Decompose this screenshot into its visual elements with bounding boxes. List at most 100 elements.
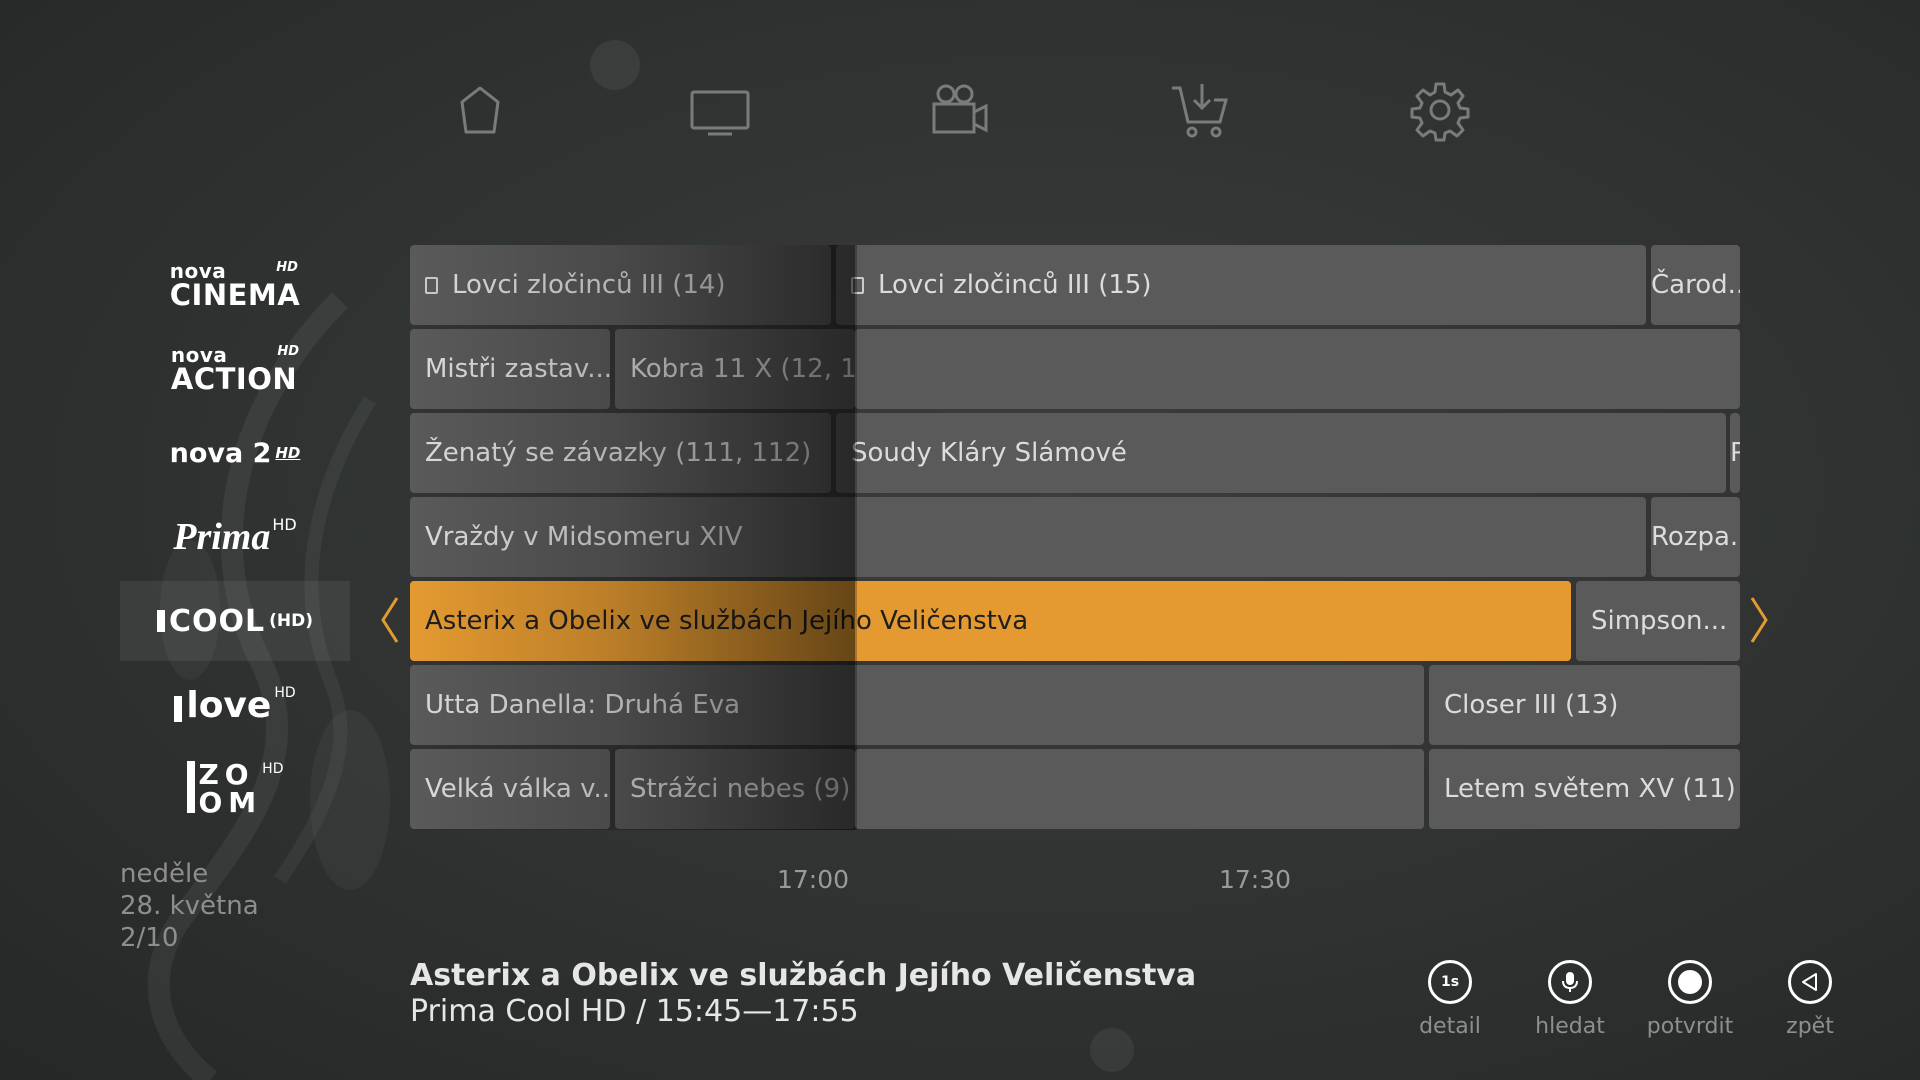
time-label: 17:00 bbox=[777, 865, 850, 894]
background-orb bbox=[590, 40, 640, 90]
program-cell[interactable]: Letem světem XV (11) bbox=[1429, 749, 1740, 829]
record-icon bbox=[851, 276, 864, 294]
program-cell[interactable]: Lovci zločinců III (15) bbox=[836, 245, 1646, 325]
program-title: Velká válka v... bbox=[425, 774, 610, 804]
program-title: Mistři zastav... bbox=[425, 354, 610, 384]
program-title: Rozpa... bbox=[1651, 522, 1740, 552]
channel-logo: nova 2 HD bbox=[170, 438, 301, 469]
nav-settings[interactable] bbox=[1400, 70, 1480, 150]
program-cell[interactable]: Velká válka v... bbox=[410, 749, 610, 829]
selected-program-title: Asterix a Obelix ve službách Jejího Veli… bbox=[410, 958, 1197, 993]
logo-text: Prima bbox=[173, 516, 271, 558]
nav-tv[interactable] bbox=[680, 70, 760, 150]
nav-home[interactable] bbox=[440, 70, 520, 150]
confirm-button[interactable]: potvrdit bbox=[1635, 960, 1745, 1039]
detail-label: detail bbox=[1419, 1014, 1481, 1039]
channel-logo: love HD bbox=[174, 684, 296, 726]
program-cell[interactable]: Soudy Kláry Slámové bbox=[836, 413, 1726, 493]
hd-badge: (HD) bbox=[269, 611, 314, 631]
program-title: Utta Danella: Druhá Eva bbox=[425, 690, 741, 720]
date-value: 28. května bbox=[120, 891, 259, 921]
logo-bar bbox=[186, 761, 195, 813]
scroll-left-arrow[interactable] bbox=[375, 590, 405, 650]
program-cell[interactable]: Ženatý se závazky (111, 112) bbox=[410, 413, 831, 493]
detail-button[interactable]: 1s detail bbox=[1395, 960, 1505, 1039]
hd-badge: HD bbox=[275, 444, 301, 462]
back-triangle-icon bbox=[1788, 960, 1832, 1004]
program-title: Strážci nebes (9) bbox=[630, 774, 851, 804]
logo-bar bbox=[174, 695, 183, 722]
tv-icon bbox=[690, 90, 750, 136]
program-cell[interactable]: Lovci zločinců III (14) bbox=[410, 245, 831, 325]
program-cell[interactable]: Kobra 11 X (12, 13) bbox=[615, 329, 855, 409]
epg-grid: Lovci zločinců III (14) Lovci zločinců I… bbox=[410, 245, 1740, 830]
program-title: Simpson... bbox=[1591, 606, 1728, 636]
hd-badge: HD bbox=[276, 259, 298, 275]
channel-prima[interactable]: Prima HD bbox=[120, 497, 350, 577]
hd-badge: HD bbox=[274, 684, 296, 701]
channel-prima-love[interactable]: love HD bbox=[120, 665, 350, 745]
program-cell[interactable]: Strážci nebes (9) bbox=[615, 749, 855, 829]
channel-prima-cool[interactable]: COOL (HD) bbox=[120, 581, 350, 661]
program-title: Soudy Kláry Slámové bbox=[851, 438, 1127, 468]
program-cell[interactable]: Mistři zastav... bbox=[410, 329, 610, 409]
ok-dot-icon bbox=[1668, 960, 1712, 1004]
channel-logo: nova HD CINEMA bbox=[170, 261, 300, 310]
scroll-right-arrow[interactable] bbox=[1744, 590, 1774, 650]
gear-icon bbox=[1410, 82, 1470, 142]
program-title: Asterix a Obelix ve službách Jejího Veli… bbox=[425, 606, 1029, 636]
program-title: Closer III (13) bbox=[1444, 690, 1619, 720]
video-camera-icon bbox=[932, 84, 988, 134]
program-cell[interactable] bbox=[855, 749, 1424, 829]
back-button[interactable]: zpět bbox=[1755, 960, 1865, 1039]
search-button[interactable]: hledat bbox=[1515, 960, 1625, 1039]
current-time-marker bbox=[855, 245, 857, 830]
time-label: 17:30 bbox=[1219, 865, 1292, 894]
program-title: Lovci zločinců III (14) bbox=[452, 270, 726, 300]
date-panel: neděle 28. května 2/10 bbox=[120, 858, 259, 954]
program-title: Vraždy v Midsomeru XIV bbox=[425, 522, 743, 552]
program-title: Čarod... bbox=[1651, 270, 1740, 300]
logo-big-text: CINEMA bbox=[169, 277, 301, 312]
microphone-icon bbox=[1548, 960, 1592, 1004]
logo-text: nova 2 bbox=[169, 437, 272, 469]
channel-logo: ZO OM HD bbox=[186, 761, 284, 817]
record-icon bbox=[425, 276, 438, 294]
info-1s-icon: 1s bbox=[1428, 960, 1472, 1004]
logo-text: love bbox=[186, 684, 272, 726]
program-cell[interactable]: Vraždy v Midsomeru XIV bbox=[410, 497, 1646, 577]
logo-line: ZO bbox=[198, 758, 255, 791]
program-cell[interactable]: Utta Danella: Druhá Eva bbox=[410, 665, 1424, 745]
cart-download-icon bbox=[1172, 84, 1228, 138]
logo-big-text: ACTION bbox=[170, 361, 298, 396]
program-cell[interactable]: Rozpa... bbox=[1651, 497, 1740, 577]
program-title: Lovci zločinců III (15) bbox=[878, 270, 1152, 300]
channel-nova-cinema[interactable]: nova HD CINEMA bbox=[120, 245, 350, 325]
hd-badge: HD bbox=[277, 343, 300, 359]
program-title: Kobra 11 X (12, 13) bbox=[630, 354, 855, 384]
back-label: zpět bbox=[1786, 1014, 1834, 1039]
program-cell[interactable] bbox=[855, 329, 1740, 409]
channel-nova-action[interactable]: nova HD ACTION bbox=[120, 329, 350, 409]
logo-bar bbox=[156, 610, 165, 632]
channel-nova-2[interactable]: nova 2 HD bbox=[120, 413, 350, 493]
nav-video[interactable] bbox=[920, 70, 1000, 150]
hd-badge: HD bbox=[262, 761, 284, 777]
program-cell[interactable]: P bbox=[1730, 413, 1740, 493]
channel-prima-zoom[interactable]: ZO OM HD bbox=[120, 749, 350, 829]
selected-program-subtitle: Prima Cool HD / 15:45—17:55 bbox=[410, 994, 859, 1029]
channel-logo: nova HD ACTION bbox=[171, 345, 299, 394]
background-orb bbox=[1090, 1028, 1134, 1072]
channel-logo: COOL (HD) bbox=[156, 603, 314, 639]
page-indicator: 2/10 bbox=[120, 923, 179, 953]
program-cell[interactable]: Closer III (13) bbox=[1429, 665, 1740, 745]
program-cell[interactable]: Čarod... bbox=[1651, 245, 1740, 325]
logo-line: OM bbox=[198, 786, 263, 819]
home-icon bbox=[460, 86, 500, 134]
logo-text: ZO OM bbox=[199, 761, 263, 817]
nav-store[interactable] bbox=[1160, 70, 1240, 150]
program-title: Ženatý se závazky (111, 112) bbox=[425, 438, 812, 468]
program-cell-selected[interactable]: Asterix a Obelix ve službách Jejího Veli… bbox=[410, 581, 1571, 661]
logo-text: COOL bbox=[168, 603, 266, 639]
program-cell[interactable]: Simpson... bbox=[1576, 581, 1740, 661]
